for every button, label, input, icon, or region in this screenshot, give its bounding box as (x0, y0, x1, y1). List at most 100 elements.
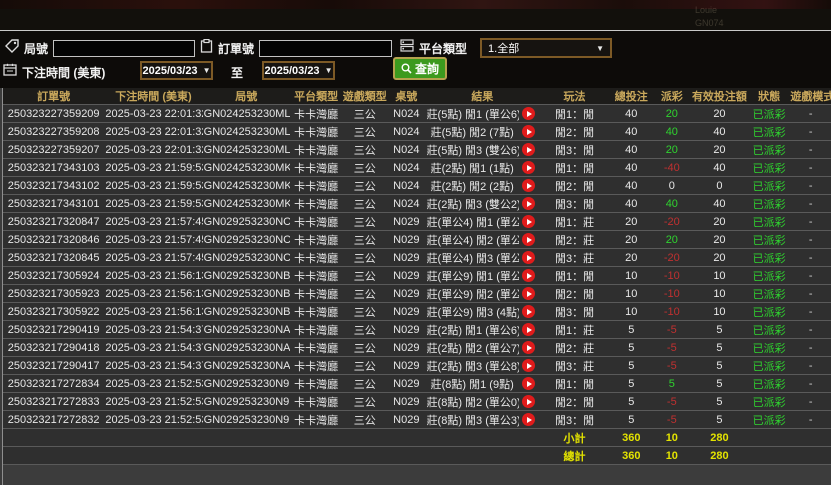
cell-total-bet: 5 (610, 357, 653, 375)
platform-type-icon (400, 39, 414, 57)
column-header: 訂單號 (3, 88, 104, 105)
cell-result: 莊(單公4) 閒2 (單公1) (426, 231, 519, 249)
cell-bet-time: 2025-03-23 21:52:53 (104, 411, 202, 429)
column-header: 平台類型 (290, 88, 343, 105)
cell-payout: 40 (653, 123, 692, 141)
cell-status: 已派彩 (748, 105, 791, 123)
cell-result: 莊(2點) 閒1 (單公6) (426, 321, 519, 339)
replay-icon[interactable] (522, 215, 535, 228)
cell-game-mode: - (790, 195, 831, 213)
replay-icon[interactable] (522, 341, 535, 354)
cell-game-mode: - (790, 177, 831, 195)
cell-platform-type: 卡卡灣廳 (290, 195, 343, 213)
date-to-select[interactable]: 2025/03/23 ▼ (262, 61, 335, 80)
cell-result: 莊(8點) 閒3 (單公3) (426, 411, 519, 429)
cell-round-no: GN029253230NC (203, 249, 290, 267)
cell-bet-time: 2025-03-23 21:56:13 (104, 303, 202, 321)
cell-replay (519, 249, 539, 267)
table-row: 2503232172904182025-03-23 21:54:37GN0292… (3, 339, 831, 357)
cell-round-no: GN029253230NC (203, 231, 290, 249)
valid-bet-sum: 280 (691, 429, 748, 447)
cell-round-no: GN024253230ML (203, 141, 290, 159)
replay-icon[interactable] (522, 377, 535, 390)
cell-game-mode: - (790, 357, 831, 375)
cell-valid-bet: 20 (691, 213, 748, 231)
cell-result: 莊(2點) 閒3 (雙公2) (426, 195, 519, 213)
cell-total-bet: 10 (610, 267, 653, 285)
cell-order-no: 250323217272833 (3, 393, 104, 411)
replay-icon[interactable] (522, 287, 535, 300)
cell-game-type: 三公 (342, 339, 387, 357)
replay-icon[interactable] (522, 143, 535, 156)
order-input[interactable] (259, 40, 392, 57)
cell-platform-type: 卡卡灣廳 (290, 303, 343, 321)
cell-table-no: N029 (387, 339, 426, 357)
cell-round-no: GN029253230N9 (203, 375, 290, 393)
cell-order-no: 250323217320846 (3, 231, 104, 249)
cell-valid-bet: 40 (691, 195, 748, 213)
replay-icon[interactable] (522, 269, 535, 282)
replay-icon[interactable] (522, 413, 535, 426)
left-border-line (2, 88, 3, 485)
table-row: 2503232172728322025-03-23 21:52:53GN0292… (3, 411, 831, 429)
cell-result: 莊(8點) 閒1 (9點) (426, 375, 519, 393)
cell-result: 莊(5點) 閒1 (單公6) (426, 105, 519, 123)
betting-records-screen: Louie GN074 3 - 7,00 0 局號 訂單號 平台類型 (0, 0, 831, 485)
replay-icon[interactable] (522, 107, 535, 120)
cell-replay (519, 267, 539, 285)
cell-bet-time: 2025-03-23 21:54:37 (104, 357, 202, 375)
cell-platform-type: 卡卡灣廳 (290, 141, 343, 159)
replay-icon[interactable] (522, 359, 535, 372)
search-button[interactable]: 查詢 (393, 57, 447, 80)
cell-game-mode: - (790, 339, 831, 357)
table-row: 2503232273592082025-03-23 22:01:32GN0242… (3, 123, 831, 141)
cell-payout: 40 (653, 195, 692, 213)
cell-valid-bet: 10 (691, 267, 748, 285)
cell-game-type: 三公 (342, 231, 387, 249)
cell-table-no: N024 (387, 177, 426, 195)
cell-game-type: 三公 (342, 303, 387, 321)
replay-icon[interactable] (522, 125, 535, 138)
cell-game-mode: - (790, 141, 831, 159)
cell-replay (519, 159, 539, 177)
valid-bet-sum: 280 (691, 447, 748, 465)
cell-total-bet: 10 (610, 285, 653, 303)
cell-play-type: 閒2：莊 (539, 231, 610, 249)
cell-game-type: 三公 (342, 141, 387, 159)
replay-icon[interactable] (522, 395, 535, 408)
cell-play-type: 閒1：閒 (539, 105, 610, 123)
platform-filter: 平台類型 1.全部 ▼ (400, 38, 612, 58)
cell-game-type: 三公 (342, 123, 387, 141)
replay-icon[interactable] (522, 161, 535, 174)
cell-platform-type: 卡卡灣廳 (290, 411, 343, 429)
cell-valid-bet: 10 (691, 303, 748, 321)
cell-table-no: N029 (387, 249, 426, 267)
date-from-select[interactable]: 2025/03/23 ▼ (140, 61, 213, 80)
table-header-row: 訂單號下注時間 (美東)局號平台類型遊戲類型桌號結果玩法總投注派彩有效投注額狀態… (3, 88, 831, 105)
round-input[interactable] (53, 40, 195, 57)
column-header: 結果 (426, 88, 540, 105)
cell-replay (519, 375, 539, 393)
replay-icon[interactable] (522, 323, 535, 336)
replay-icon[interactable] (522, 233, 535, 246)
replay-icon[interactable] (522, 305, 535, 318)
replay-icon[interactable] (522, 251, 535, 264)
replay-icon[interactable] (522, 179, 535, 192)
cell-status: 已派彩 (748, 159, 791, 177)
table-row: 2503232173431022025-03-23 21:59:53GN0242… (3, 177, 831, 195)
cell-round-no: GN029253230NB (203, 267, 290, 285)
cell-play-type: 閒1：閒 (539, 159, 610, 177)
cell-bet-time: 2025-03-23 21:56:13 (104, 267, 202, 285)
cell-game-type: 三公 (342, 105, 387, 123)
cell-status: 已派彩 (748, 141, 791, 159)
tag-icon (5, 39, 19, 58)
chevron-down-icon: ▼ (203, 66, 211, 75)
cell-bet-time: 2025-03-23 22:01:32 (104, 105, 202, 123)
replay-icon[interactable] (522, 197, 535, 210)
cell-play-type: 閒3：閒 (539, 141, 610, 159)
cell-table-no: N024 (387, 141, 426, 159)
cell-replay (519, 195, 539, 213)
platform-select[interactable]: 1.全部 ▼ (480, 38, 612, 58)
cell-status: 已派彩 (748, 411, 791, 429)
cell-table-no: N029 (387, 231, 426, 249)
